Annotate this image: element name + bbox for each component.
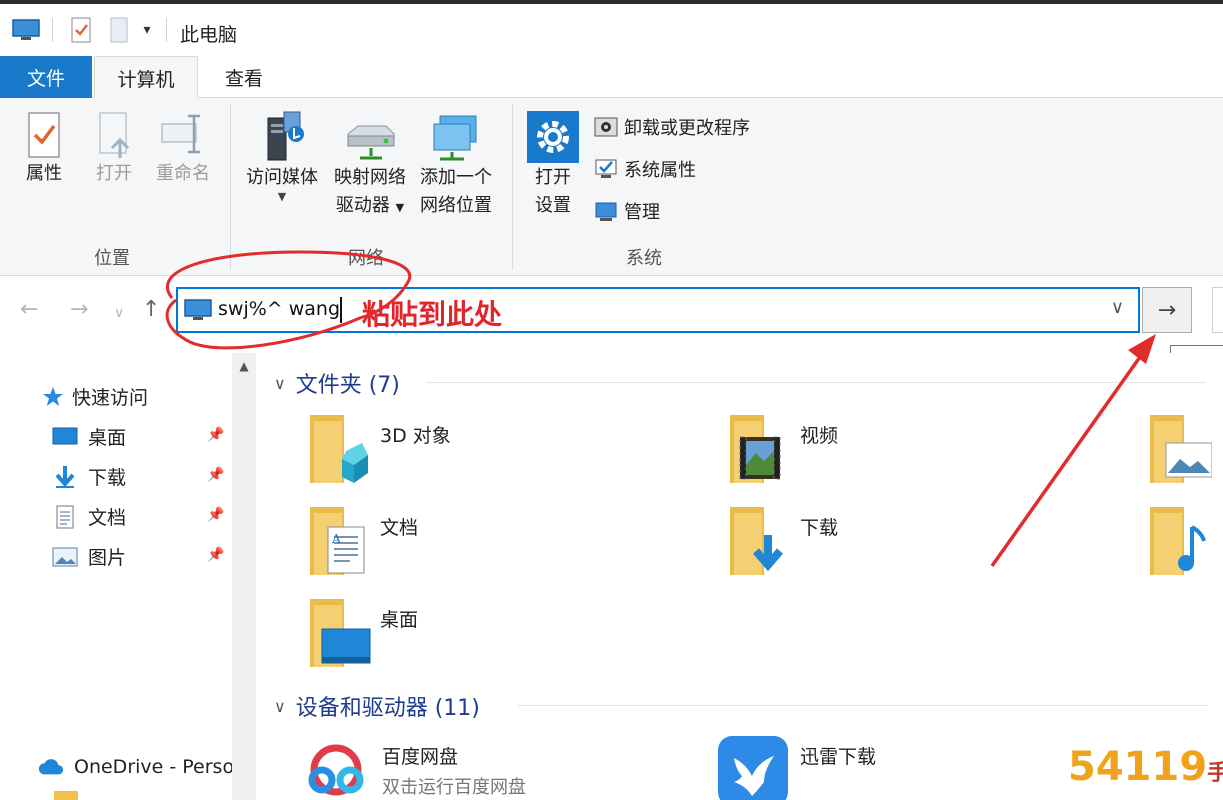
file-explorer-window: ▾ 此电脑 文件 计算机 查看 属性 打开 重命名 位置 访问媒体 ▼ 映射网络…: [0, 0, 1223, 800]
red-arrowhead: [1128, 334, 1156, 364]
watermark-sub: 手游网: [1207, 761, 1223, 786]
red-circle-annotation: [165, 250, 412, 350]
red-annotation-overlay: [165, 250, 1156, 568]
red-arrow-annotation: [990, 338, 1154, 568]
watermark-logo: 54119手游网: [1068, 744, 1223, 790]
watermark-text: 54119: [1068, 744, 1208, 790]
